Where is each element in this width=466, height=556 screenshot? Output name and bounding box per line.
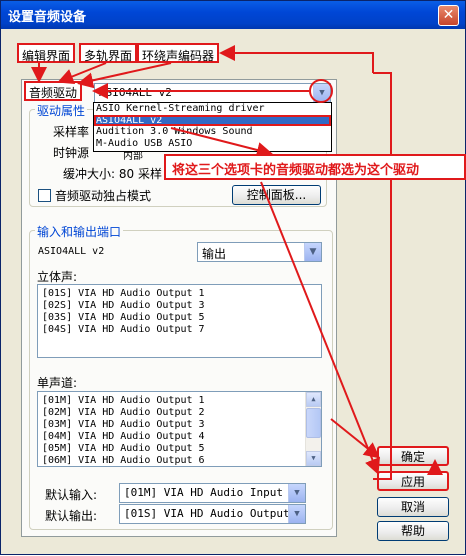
ok-button[interactable]: 确定 [377, 446, 449, 466]
port-device-label: ASIO4ALL v2 [38, 246, 105, 257]
list-item[interactable]: [04S] VIA HD Audio Output 7 [42, 324, 321, 336]
title-bar: 设置音频设备 ✕ [1, 1, 465, 29]
list-item[interactable]: [02S] VIA HD Audio Output 3 [42, 300, 321, 312]
list-item[interactable]: [03S] VIA HD Audio Output 5 [42, 312, 321, 324]
port-direction-value: 输出 [202, 247, 227, 261]
annotation-callout: 将这三个选项卡的音频驱动都选为这个驱动 [164, 154, 466, 180]
help-button[interactable]: 帮助 [377, 521, 449, 541]
driver-select-value: ASIO4ALL v2 [99, 86, 172, 99]
scroll-down-icon[interactable]: ▼ [306, 451, 321, 466]
default-input-value: [01M] VIA HD Audio Input 1 [124, 486, 297, 499]
tab-audio-driver[interactable]: 音频驱动 [24, 81, 83, 101]
list-item[interactable]: [04M] VIA HD Audio Output 4 [42, 431, 321, 443]
tab-surround-encoder[interactable]: 环绕声编码器 [137, 43, 220, 63]
chevron-down-icon[interactable]: ▼ [288, 484, 305, 502]
scroll-thumb[interactable] [306, 408, 321, 438]
default-output-value: [01S] VIA HD Audio Output 1 [124, 507, 303, 520]
apply-button[interactable]: 应用 [377, 471, 449, 491]
cancel-button[interactable]: 取消 [377, 497, 449, 517]
ports-group-label: 输入和输出端口 [35, 223, 124, 240]
buffer-size-label: 缓冲大小: 80 采样 [63, 167, 162, 181]
driver-dropdown-list[interactable]: ASIO Kernel-Streaming driver ASIO4ALL v2… [93, 102, 332, 152]
chevron-down-icon[interactable]: ▼ [288, 505, 305, 523]
list-item[interactable]: [03M] VIA HD Audio Output 3 [42, 419, 321, 431]
sample-rate-label: 采样率 [53, 125, 90, 139]
port-direction-select[interactable]: 输出 ▼ [197, 242, 322, 262]
list-item[interactable]: [01S] VIA HD Audio Output 1 [42, 288, 321, 300]
default-input-select[interactable]: [01M] VIA HD Audio Input 1 ▼ [119, 483, 306, 503]
default-output-select[interactable]: [01S] VIA HD Audio Output 1 ▼ [119, 504, 306, 524]
mono-list-scrollbar[interactable]: ▲ ▼ [305, 392, 321, 466]
dropdown-option[interactable]: M-Audio USB ASIO [94, 138, 331, 150]
list-item[interactable]: [01M] VIA HD Audio Output 1 [42, 395, 321, 407]
stereo-list[interactable]: [01S] VIA HD Audio Output 1 [02S] VIA HD… [37, 284, 322, 358]
dialog-window: 设置音频设备 ✕ 编辑界面 多轨界面 环绕声编码器 音频驱动 ASIO4ALL … [0, 0, 466, 555]
list-item[interactable]: [02M] VIA HD Audio Output 2 [42, 407, 321, 419]
list-item[interactable]: [05M] VIA HD Audio Output 5 [42, 443, 321, 455]
list-item[interactable]: [06M] VIA HD Audio Output 6 [42, 455, 321, 466]
default-input-label: 默认输入: [45, 488, 98, 502]
clock-source-label: 时钟源 [53, 146, 90, 160]
scroll-up-icon[interactable]: ▲ [306, 392, 321, 407]
dropdown-option[interactable]: Audition 3.0 Windows Sound [94, 126, 331, 138]
driver-properties-label: 驱动属性 [35, 102, 88, 119]
tab-edit-view[interactable]: 编辑界面 [17, 43, 76, 63]
chevron-down-icon[interactable]: ▼ [304, 243, 321, 261]
mono-label: 单声道: [37, 376, 78, 390]
driver-select[interactable]: ASIO4ALL v2 ▼ [94, 83, 331, 103]
dropdown-option-selected[interactable]: ASIO4ALL v2 [94, 114, 331, 126]
exclusive-mode-checkbox[interactable] [38, 189, 51, 202]
close-button[interactable]: ✕ [438, 5, 459, 26]
control-panel-button[interactable]: 控制面板... [232, 185, 321, 205]
dropdown-option[interactable]: ASIO Kernel-Streaming driver [94, 103, 331, 115]
exclusive-mode-label: 音频驱动独占模式 [55, 189, 152, 203]
default-output-label: 默认输出: [45, 509, 98, 523]
mono-list[interactable]: [01M] VIA HD Audio Output 1 [02M] VIA HD… [37, 391, 322, 467]
tab-multitrack-view[interactable]: 多轨界面 [79, 43, 138, 63]
chevron-down-icon[interactable]: ▼ [313, 84, 330, 102]
window-title: 设置音频设备 [8, 10, 87, 25]
stereo-label: 立体声: [37, 270, 78, 284]
